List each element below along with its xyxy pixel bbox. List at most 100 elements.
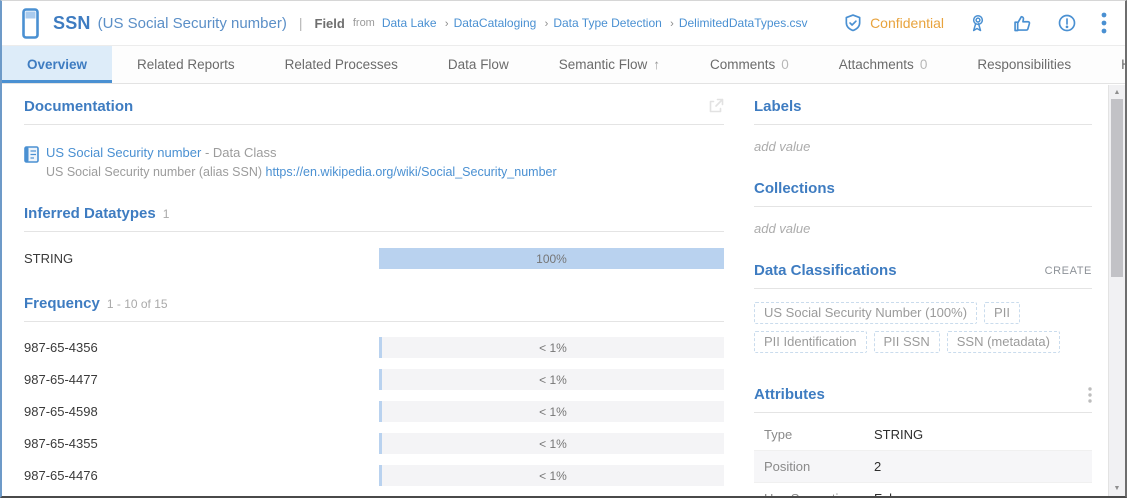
create-classification-button[interactable]: CREATE <box>1045 265 1092 277</box>
frequency-list: 987-65-4356 < 1% 987-65-4477 < 1% 987-65… <box>24 337 724 496</box>
attribute-label: Has Semantic ... <box>764 491 874 496</box>
attribute-row: Type STRING <box>754 419 1092 450</box>
title-separator: | <box>299 15 303 31</box>
documentation-description: US Social Security number (alias SSN) <box>46 165 266 179</box>
scrollbar-down-arrow[interactable]: ▼ <box>1109 482 1125 495</box>
frequency-value-label: 987-65-4476 <box>24 468 98 483</box>
breadcrumb-separator: › <box>445 18 449 30</box>
breadcrumb-link[interactable]: DelimitedDataTypes.csv <box>679 16 808 30</box>
data-class-suffix: - Data Class <box>201 145 276 160</box>
documentation-heading: Documentation <box>24 98 133 115</box>
tab-bar: Overview Related Reports Related Process… <box>2 46 1125 84</box>
tab[interactable]: Related Processes <box>260 46 423 83</box>
breadcrumb-link[interactable]: Data Type Detection <box>553 16 662 30</box>
expand-icon[interactable] <box>707 98 724 115</box>
overview-content: Documentation <box>2 84 1125 496</box>
frequency-heading: Frequency <box>24 295 100 312</box>
frequency-row: 987-65-4476 < 1% <box>24 465 724 486</box>
classification-tags: US Social Security Number (100%) PII PII… <box>754 302 1092 360</box>
classification-tag[interactable]: SSN (metadata) <box>947 331 1060 353</box>
attribute-value: STRING <box>874 427 923 442</box>
frequency-row: 987-65-4477 < 1% <box>24 369 724 390</box>
tab-label: Overview <box>27 57 87 72</box>
inferred-datatypes-section: Inferred Datatypes 1 STRING 100% <box>24 205 724 269</box>
asset-subtitle: (US Social Security number) <box>98 15 287 32</box>
labels-heading: Labels <box>754 98 802 115</box>
thumbs-up-icon[interactable] <box>1012 13 1033 34</box>
asset-title: SSN <box>53 13 91 34</box>
app-window: SSN (US Social Security number) | Field … <box>0 0 1127 498</box>
attributes-section: Attributes Type STRING <box>754 386 1092 496</box>
frequency-section: Frequency 1 - 10 of 15 987-65-4356 < 1% … <box>24 295 724 496</box>
collections-heading: Collections <box>754 180 835 197</box>
frequency-row: 987-65-4355 < 1% <box>24 433 724 454</box>
tab[interactable]: Data Flow <box>423 46 534 83</box>
tab-count: 0 <box>920 57 928 72</box>
tab-sort-arrow: ↑ <box>653 57 660 72</box>
tab[interactable]: Responsibilities <box>952 46 1096 83</box>
asset-type-label: Field <box>315 16 345 31</box>
tab-label: History <box>1121 57 1127 72</box>
tab[interactable]: Semantic Flow ↑ <box>534 46 685 83</box>
frequency-row: 987-65-4356 < 1% <box>24 337 724 358</box>
tab[interactable]: Related Reports <box>112 46 260 83</box>
inferred-datatypes-count: 1 <box>163 207 170 221</box>
scrollbar-up-arrow[interactable]: ▲ <box>1109 86 1125 99</box>
main-column: Documentation <box>24 98 724 496</box>
attribute-row: Position 2 <box>754 450 1092 482</box>
documentation-section: Documentation <box>24 98 724 179</box>
attributes-heading: Attributes <box>754 386 825 403</box>
attribute-value: 2 <box>874 459 881 474</box>
classification-tag[interactable]: PII <box>984 302 1020 324</box>
breadcrumb-link[interactable]: DataCataloging <box>454 16 537 30</box>
tab-label: Related Reports <box>137 57 235 72</box>
breadcrumb-item: Data Lake › <box>382 16 454 30</box>
collections-add-value[interactable]: add value <box>754 221 1092 236</box>
frequency-percentage-bar: < 1% <box>379 433 724 454</box>
data-class-link[interactable]: US Social Security number <box>46 145 201 160</box>
tab-label: Attachments <box>839 57 914 72</box>
breadcrumb-item: DataCataloging › <box>454 16 554 30</box>
tab-label: Responsibilities <box>977 57 1071 72</box>
classification-tag[interactable]: US Social Security Number (100%) <box>754 302 977 324</box>
classification-tag[interactable]: PII SSN <box>874 331 940 353</box>
attribute-value: False <box>874 491 906 496</box>
kebab-menu-icon[interactable] <box>1101 12 1107 34</box>
attributes-kebab-icon[interactable] <box>1088 387 1092 403</box>
classification-tag[interactable]: PII Identification <box>754 331 867 353</box>
tab-label: Data Flow <box>448 57 509 72</box>
vertical-scrollbar[interactable]: ▲ ▼ <box>1108 85 1125 496</box>
asset-header: SSN (US Social Security number) | Field … <box>2 1 1125 46</box>
header-actions: Confidential <box>843 12 1107 34</box>
labels-add-value[interactable]: add value <box>754 139 1092 154</box>
labels-section: Labels add value <box>754 98 1092 154</box>
tab[interactable]: Comments 0 <box>685 46 814 83</box>
datatype-percentage-bar: 100% <box>379 248 724 269</box>
documentation-item: US Social Security number - Data Class U… <box>24 145 724 179</box>
frequency-range: 1 - 10 of 15 <box>107 297 168 311</box>
breadcrumb-separator: › <box>670 18 674 30</box>
column-asset-icon <box>22 8 39 39</box>
from-label: from <box>353 17 375 29</box>
tab[interactable]: Attachments 0 <box>814 46 953 83</box>
breadcrumb-item: Data Type Detection › <box>553 16 679 30</box>
scrollbar-thumb[interactable] <box>1111 99 1123 277</box>
collections-section: Collections add value <box>754 180 1092 236</box>
tab[interactable]: History 4 <box>1096 46 1127 83</box>
frequency-percentage-bar: < 1% <box>379 369 724 390</box>
tab[interactable]: Overview <box>2 46 112 83</box>
attribute-label: Position <box>764 459 874 474</box>
tab-label: Related Processes <box>285 57 398 72</box>
certification-rosette-icon[interactable] <box>968 13 988 33</box>
tab-label: Semantic Flow <box>559 57 648 72</box>
frequency-value-label: 987-65-4356 <box>24 340 98 355</box>
breadcrumb-link[interactable]: Data Lake <box>382 16 437 30</box>
tab-label: Comments <box>710 57 775 72</box>
alert-circle-icon[interactable] <box>1057 13 1077 33</box>
wikipedia-link[interactable]: https://en.wikipedia.org/wiki/Social_Sec… <box>266 165 557 179</box>
confidential-badge[interactable]: Confidential <box>843 13 944 33</box>
datatype-row: STRING 100% <box>24 248 724 269</box>
data-class-doc-icon <box>24 146 39 168</box>
data-classifications-section: Data Classifications CREATE US Social Se… <box>754 262 1092 360</box>
breadcrumb-item: DelimitedDataTypes.csv › <box>679 16 808 30</box>
